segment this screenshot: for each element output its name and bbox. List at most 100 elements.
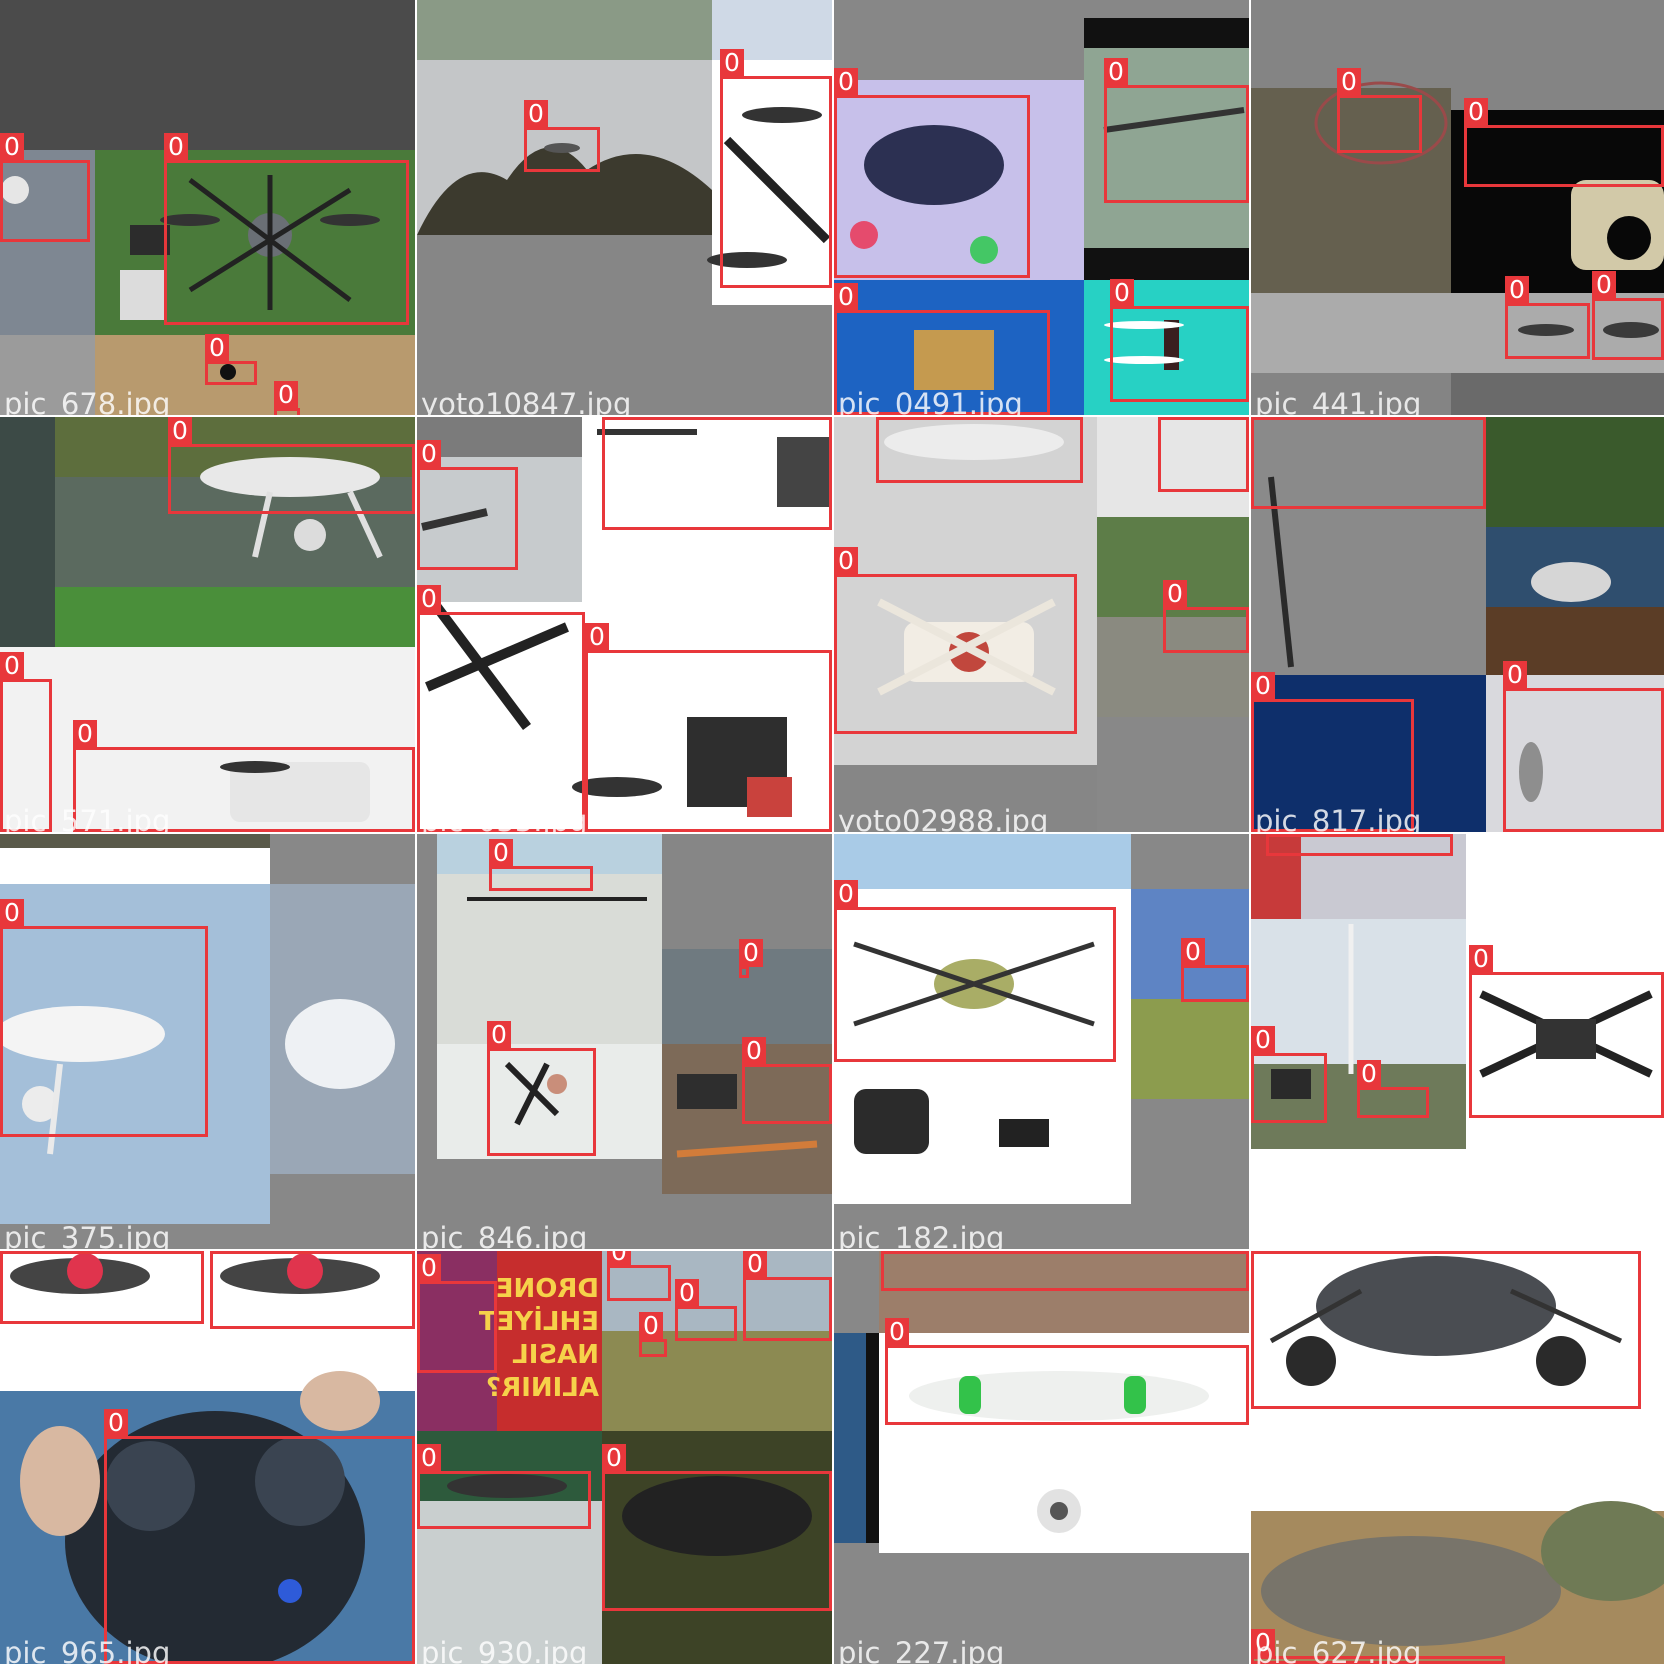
detection-box: 0 [0, 899, 208, 1137]
tile-5: 0 0 0 pic_571.jpg [0, 417, 415, 832]
tile-12: 0 0 0 0 pic_618.jpg [1251, 834, 1664, 1249]
detection-box: 0 [487, 1021, 596, 1156]
class-label: 0 [0, 1251, 24, 1252]
class-label: 0 [607, 1251, 631, 1266]
class-label: 0 [1163, 580, 1187, 608]
class-label: 0 [1469, 945, 1493, 973]
image-filename: pic_618.jpg [1255, 1221, 1422, 1249]
class-label: 0 [742, 1037, 766, 1065]
class-label: 0 [1464, 98, 1488, 126]
detection-box: 0 [742, 1037, 832, 1124]
image-filename: pic_846.jpg [421, 1221, 588, 1249]
detection-box: 0 [639, 1312, 667, 1357]
sign-line: DRONE [495, 1274, 599, 1304]
sign-line: EHLİYET [478, 1307, 599, 1337]
detection-box: 0 [1110, 279, 1249, 402]
class-label: 0 [1251, 417, 1275, 418]
tile-13: 0 0 0 pic_965.jpg [0, 1251, 415, 1664]
image-filename: pic_035.jpg [421, 804, 588, 832]
detection-box: 0 [881, 1251, 1249, 1291]
detection-box: 0 [1251, 417, 1486, 509]
class-label: 0 [834, 547, 858, 575]
detection-box: 0 [1337, 68, 1422, 153]
sign-line: NASIL [512, 1340, 599, 1370]
detection-box: 0 [834, 68, 1030, 278]
class-label: 0 [1357, 1060, 1381, 1088]
image-filename: pic_375.jpg [4, 1221, 171, 1249]
class-label: 0 [585, 623, 609, 651]
detection-box: 0 [1158, 417, 1249, 492]
class-label: 0 [1251, 672, 1275, 700]
detection-box: 0 [1464, 98, 1664, 187]
class-label: 0 [834, 880, 858, 908]
class-label: 0 [639, 1312, 663, 1340]
tile-9: 0 pic_375.jpg [0, 834, 415, 1249]
class-label: 0 [1104, 58, 1128, 86]
detection-box: 0 [417, 440, 518, 570]
class-label: 0 [1251, 1026, 1275, 1054]
tile-16: 0 0 pic_627.jpg [1251, 1251, 1664, 1664]
detection-box: 0 [739, 939, 763, 978]
image-filename: pic_441.jpg [1255, 387, 1422, 415]
detection-box: 0 [524, 100, 600, 172]
class-label: 0 [487, 1021, 511, 1049]
image-filename: pic_627.jpg [1255, 1636, 1422, 1664]
class-label: 0 [1592, 271, 1616, 299]
detection-box: 0 [0, 133, 90, 242]
sign-line: ALINIR? [486, 1373, 599, 1403]
class-label: 0 [602, 417, 626, 418]
class-label: 0 [1110, 279, 1134, 307]
class-label: 0 [0, 899, 24, 927]
tile-15-image [834, 1251, 1249, 1664]
detection-box: 0 [489, 839, 593, 891]
image-filename: pic_930.jpg [421, 1636, 588, 1664]
detection-box: 0 [585, 623, 832, 832]
class-label: 0 [675, 1279, 699, 1307]
detection-box: 0 [834, 880, 1116, 1062]
class-label: 0 [1251, 1251, 1275, 1252]
tile-10: 0 0 0 0 pic_846.jpg [417, 834, 832, 1249]
detection-box: 0 [417, 585, 585, 832]
class-label: 0 [417, 1444, 441, 1472]
class-label: 0 [1337, 68, 1361, 96]
detection-box: 0 [0, 1251, 204, 1324]
class-label: 0 [168, 417, 192, 445]
detection-box: 0 [602, 1444, 832, 1611]
class-label: 0 [417, 585, 441, 613]
detection-box: 0 [1181, 938, 1249, 1002]
detection-box: 0 [720, 49, 832, 288]
tile-6: 0 0 0 0 pic_035.jpg [417, 417, 832, 832]
class-label: 0 [0, 133, 24, 161]
detection-box: 0 [1104, 58, 1249, 203]
image-filename: pic_227.jpg [838, 1636, 1005, 1664]
detection-box: 0 [675, 1279, 737, 1341]
detection-box: 0 [602, 417, 832, 530]
drone-license-sign: DRONE EHLİYET NASIL ALINIR? [478, 1273, 599, 1405]
detection-box: 0 [1357, 1060, 1429, 1118]
class-label: 0 [834, 283, 858, 311]
class-label: 0 [210, 1251, 234, 1252]
detection-box: 0 [1503, 661, 1664, 832]
class-label: 0 [104, 1409, 128, 1437]
image-filename: yoto02988.jpg [838, 804, 1049, 832]
class-label: 0 [1181, 938, 1205, 966]
class-label: 0 [602, 1444, 626, 1472]
tile-15: 0 0 pic_227.jpg [834, 1251, 1249, 1664]
tile-14: DRONE EHLİYET NASIL ALINIR? 0 0 0 0 0 0 … [417, 1251, 832, 1664]
class-label: 0 [881, 1251, 905, 1252]
image-filename: pic_678.jpg [4, 387, 171, 415]
detection-box: 0 [1266, 834, 1453, 856]
detection-box: 0 [417, 1254, 497, 1373]
detection-box: 0 [1251, 1251, 1641, 1409]
detection-box: 0 [607, 1251, 671, 1301]
class-label: 0 [0, 652, 24, 680]
class-label: 0 [205, 334, 229, 362]
detection-box: 0 [164, 133, 409, 325]
class-label: 0 [489, 839, 513, 867]
detection-box: 0 [1505, 276, 1590, 359]
detection-box: 0 [1163, 580, 1249, 653]
detection-box: 0 [1251, 1026, 1327, 1123]
class-label: 0 [1158, 417, 1182, 418]
class-label: 0 [1266, 834, 1290, 835]
detection-mosaic: 0 0 0 0 pic_678.jpg 0 0 yoto10847.jpg 0 … [0, 0, 1664, 1664]
